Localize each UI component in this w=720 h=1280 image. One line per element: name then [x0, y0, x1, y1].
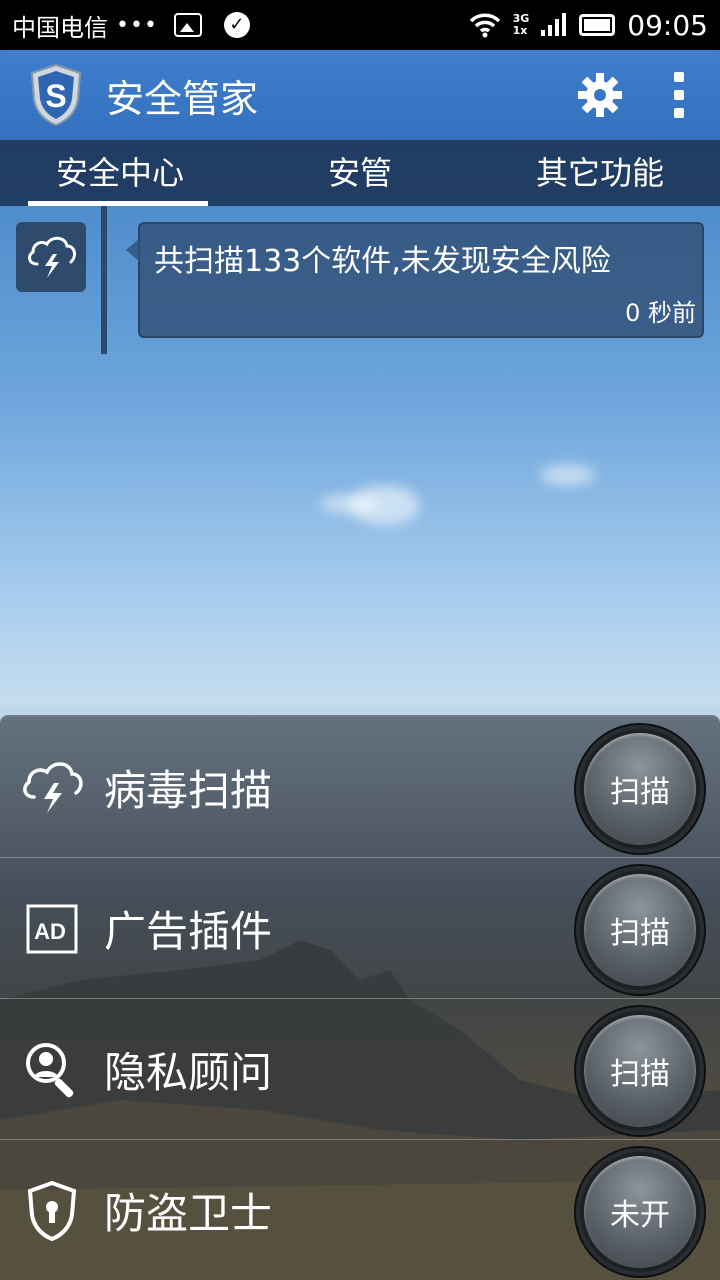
- check-notification-icon: ✓: [223, 12, 250, 38]
- tool-label: 广告插件: [104, 906, 273, 956]
- tab-security-center[interactable]: 安全中心: [0, 140, 240, 206]
- image-notification-icon: [173, 13, 202, 37]
- tab-other-functions[interactable]: 其它功能: [480, 140, 720, 206]
- scan-result-message: 共扫描133个软件,未发现安全风险 0 秒前: [126, 222, 704, 338]
- tool-label: 隐私顾问: [104, 1047, 273, 1097]
- tool-label: 防盗卫士: [104, 1189, 273, 1238]
- wifi-icon: [469, 13, 500, 38]
- svg-text:AD: AD: [34, 919, 66, 944]
- status-bar: 中国电信 ••• ✓ 3G 1x 09:05: [0, 0, 720, 50]
- tools-panel: 病毒扫描 扫描 AD 广告插件 扫描 隐私顾问 扫描 防盗卫士 未开: [0, 715, 720, 1280]
- tool-row-ad-plugin[interactable]: AD 广告插件 扫描: [0, 858, 720, 999]
- ad-icon: AD: [26, 904, 78, 954]
- app-title: 安全管家: [106, 76, 259, 121]
- cloud-bolt-icon: [23, 762, 83, 813]
- feed-cloud-bolt-icon: [16, 222, 86, 292]
- network-type-1x: 1x: [512, 24, 528, 37]
- anti-theft-toggle-button[interactable]: 未开: [576, 1148, 704, 1276]
- tool-row-privacy-advisor[interactable]: 隐私顾问 扫描: [0, 999, 720, 1140]
- ad-plugin-scan-button[interactable]: 扫描: [576, 866, 704, 994]
- signal-indicator: 3G 1x: [513, 13, 530, 37]
- tab-management[interactable]: 安管: [240, 140, 480, 206]
- scan-result-text: 共扫描133个软件,未发现安全风险: [154, 244, 611, 279]
- tool-label: 病毒扫描: [104, 765, 273, 815]
- scan-result-time: 0 秒前: [625, 299, 696, 327]
- tab-bar: 安全中心 安管 其它功能: [0, 140, 720, 206]
- tool-row-anti-theft[interactable]: 防盗卫士 未开: [0, 1140, 720, 1280]
- overflow-menu-icon[interactable]: [674, 72, 684, 118]
- virus-scan-button[interactable]: 扫描: [576, 725, 704, 853]
- app-logo-shield-icon: S: [30, 63, 82, 127]
- svg-text:S: S: [45, 78, 66, 114]
- clock: 09:05: [627, 8, 708, 42]
- timeline-line: [101, 206, 107, 354]
- privacy-search-icon: [26, 1043, 74, 1098]
- shield-lock-icon: [27, 1180, 77, 1241]
- app-bar: S 安全管家: [0, 50, 720, 140]
- battery-icon: [579, 14, 616, 36]
- signal-bars-icon: [541, 13, 567, 36]
- privacy-scan-button[interactable]: 扫描: [576, 1007, 704, 1135]
- tool-row-virus-scan[interactable]: 病毒扫描 扫描: [0, 717, 720, 858]
- more-notifications-indicator: •••: [116, 12, 158, 38]
- settings-gear-icon[interactable]: [578, 73, 622, 117]
- carrier-label: 中国电信: [12, 13, 108, 42]
